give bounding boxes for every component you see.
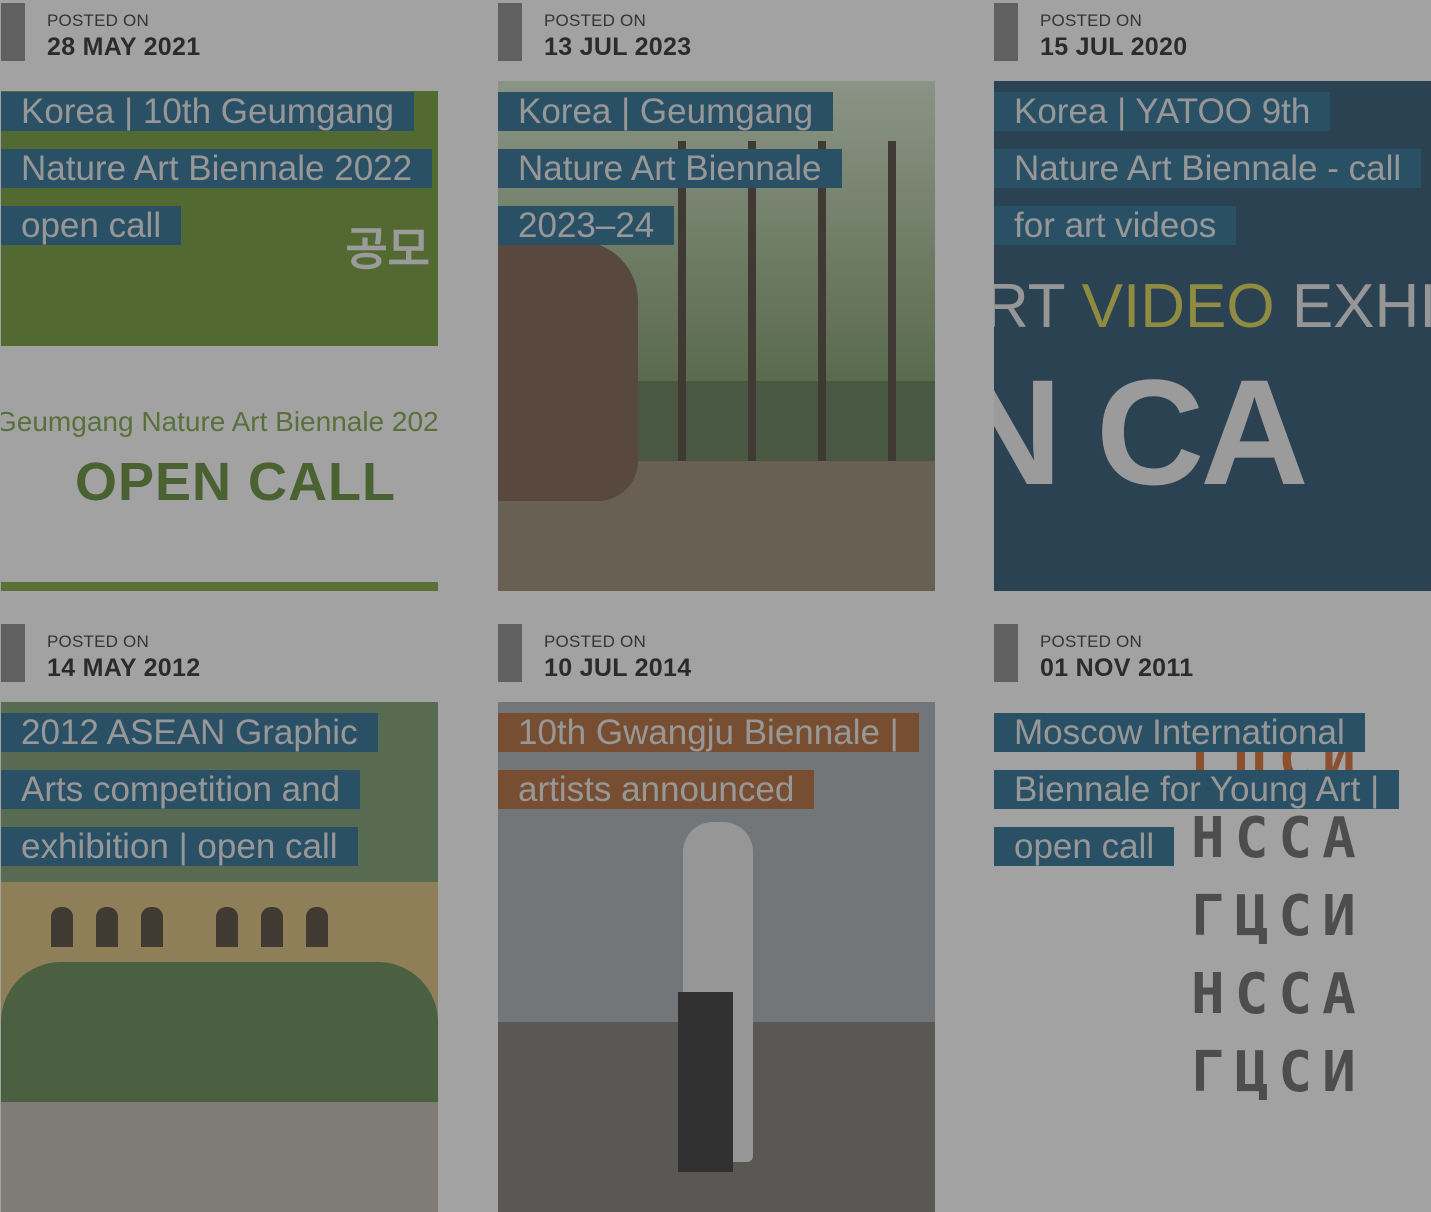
post-card[interactable]: POSTED ON 10 JUL 2014 10th Gwangju Bienn… [498, 621, 935, 1212]
date-marker [498, 624, 522, 682]
post-thumbnail[interactable]: ГЦСИ НССА ГЦСИ НССА ГЦСИ Moscow Internat… [994, 702, 1431, 1212]
post-card[interactable]: POSTED ON 28 MAY 2021 공모 Geumgang Nature… [1, 0, 438, 591]
post-title-link[interactable]: Korea | Geumgang Nature Art Biennale 202… [498, 92, 842, 245]
window [306, 907, 328, 947]
window [216, 907, 238, 947]
posted-on-label: POSTED ON [47, 632, 149, 651]
post-title-link[interactable]: 2012 ASEAN Graphic Arts competition and … [1, 713, 378, 866]
trees [1, 962, 438, 1112]
sculpture [498, 241, 638, 501]
road [1, 1102, 438, 1212]
post-date: 01 NOV 2011 [1040, 654, 1194, 682]
post-title-link[interactable]: 10th Gwangju Biennale | artists announce… [498, 713, 919, 809]
post-date: 14 MAY 2012 [47, 654, 201, 682]
post-thumbnail[interactable]: RT VIDEO EXHIB N CA Korea | YATOO 9th Na… [994, 81, 1431, 591]
post-card[interactable]: POSTED ON 01 NOV 2011 ГЦСИ НССА ГЦСИ НСС… [994, 621, 1431, 1212]
window [51, 907, 73, 947]
post-meta: POSTED ON 15 JUL 2020 [994, 0, 1431, 81]
window [141, 907, 163, 947]
post-thumbnail[interactable]: 2012 ASEAN Graphic Arts competition and … [1, 702, 438, 1212]
date-marker [994, 3, 1018, 61]
thumbnail-text: RT VIDEO EXHIB [994, 272, 1431, 341]
posted-on-label: POSTED ON [544, 632, 646, 651]
thumbnail-text: N CA [994, 348, 1309, 516]
post-date: 10 JUL 2014 [544, 654, 692, 682]
post-title-link[interactable]: Korea | 10th Geumgang Nature Art Biennal… [1, 92, 433, 245]
post-meta: POSTED ON 28 MAY 2021 [1, 0, 438, 81]
post-meta: POSTED ON 13 JUL 2023 [498, 0, 935, 81]
post-date: 13 JUL 2023 [544, 33, 692, 61]
thumbnail-line [1, 582, 438, 591]
performer-legs [678, 992, 733, 1172]
post-card[interactable]: POSTED ON 13 JUL 2023 Korea | Geumgang N… [498, 0, 935, 591]
window [96, 907, 118, 947]
post-thumbnail[interactable]: 10th Gwangju Biennale | artists announce… [498, 702, 935, 1212]
post-thumbnail[interactable]: Korea | Geumgang Nature Art Biennale 202… [498, 81, 935, 591]
post-meta: POSTED ON 10 JUL 2014 [498, 621, 935, 702]
post-date: 15 JUL 2020 [1040, 33, 1188, 61]
post-card[interactable]: POSTED ON 14 MAY 2012 2012 ASEAN Graphic… [1, 621, 438, 1212]
post-date: 28 MAY 2021 [47, 33, 201, 61]
posted-on-label: POSTED ON [1040, 632, 1142, 651]
date-marker [994, 624, 1018, 682]
thumbnail-text: Geumgang Nature Art Biennale 2022 [1, 406, 438, 437]
post-meta: POSTED ON 01 NOV 2011 [994, 621, 1431, 702]
posted-on-label: POSTED ON [47, 11, 149, 30]
date-marker [1, 624, 25, 682]
date-marker [1, 3, 25, 61]
window [261, 907, 283, 947]
post-card[interactable]: POSTED ON 15 JUL 2020 RT VIDEO EXHIB N C… [994, 0, 1431, 591]
post-thumbnail[interactable]: 공모 Geumgang Nature Art Biennale 2022 OPE… [1, 81, 438, 591]
posted-on-label: POSTED ON [544, 11, 646, 30]
post-title-link[interactable]: Korea | YATOO 9th Nature Art Biennale - … [994, 92, 1422, 245]
date-marker [498, 3, 522, 61]
thumbnail-text: OPEN CALL [75, 452, 397, 512]
post-title-link[interactable]: Moscow International Biennale for Young … [994, 713, 1400, 866]
post-meta: POSTED ON 14 MAY 2012 [1, 621, 438, 702]
posted-on-label: POSTED ON [1040, 11, 1142, 30]
